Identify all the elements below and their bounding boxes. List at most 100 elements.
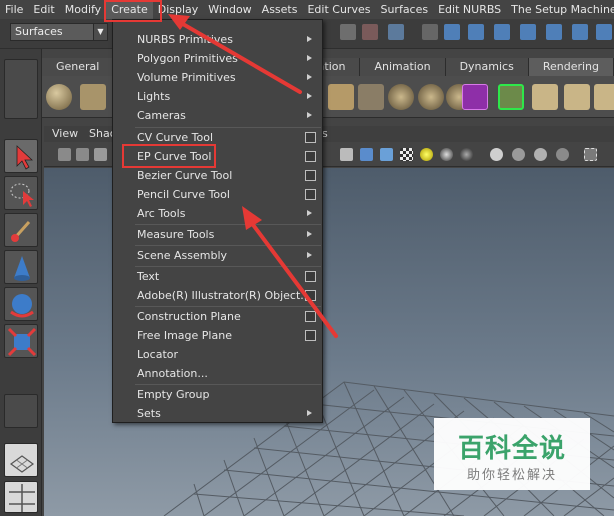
bevel-icon[interactable] <box>532 84 558 110</box>
menu-item-bezier-curve-tool[interactable]: Bezier Curve Tool <box>113 166 322 185</box>
tab-rendering[interactable]: Rendering <box>528 58 614 76</box>
menu-item-annotation[interactable]: Annotation... <box>113 364 322 383</box>
paint-tool-button[interactable] <box>4 213 38 247</box>
nurbs-cube-icon[interactable] <box>80 84 106 110</box>
extrude-icon[interactable] <box>418 84 444 110</box>
layout-quad-button[interactable] <box>4 481 38 513</box>
menu-window[interactable]: Window <box>203 0 256 19</box>
tab-animation[interactable]: Animation <box>360 58 446 76</box>
menu-setup-machine[interactable]: The Setup Machine <box>506 0 614 19</box>
loft-icon[interactable] <box>358 84 384 110</box>
wireframe-icon[interactable] <box>340 148 353 161</box>
tab-general[interactable]: General <box>42 58 115 76</box>
lattice-icon[interactable] <box>546 24 562 40</box>
option-box-icon[interactable] <box>305 132 316 143</box>
menu-item-label: Locator <box>137 348 179 361</box>
menu-item-label: Empty Group <box>137 388 210 401</box>
option-box-icon[interactable] <box>305 189 316 200</box>
lasso-tool-button[interactable] <box>4 176 38 210</box>
watermark-subtitle: 助你轻松解决 <box>466 468 557 483</box>
option-box-icon[interactable] <box>305 311 316 322</box>
menu-item-volume-primitives[interactable]: Volume Primitives <box>113 68 322 87</box>
surface-icon[interactable] <box>520 24 536 40</box>
menu-item-nurbs-primitives[interactable]: NURBS Primitives <box>113 30 322 49</box>
ao-icon[interactable] <box>460 148 473 161</box>
snap-point-icon[interactable] <box>388 24 404 40</box>
menu-item-locator[interactable]: Locator <box>113 345 322 364</box>
layout-single-button[interactable] <box>4 443 38 477</box>
menu-modify[interactable]: Modify <box>60 0 106 19</box>
menu-item-text[interactable]: Text <box>113 267 322 286</box>
menu-item-empty-group[interactable]: Empty Group <box>113 385 322 404</box>
rotate-tool-button[interactable] <box>4 287 38 321</box>
sphere-icon <box>10 294 34 318</box>
option-box-icon[interactable] <box>305 271 316 282</box>
menu-item-construction-plane[interactable]: Construction Plane <box>113 307 322 326</box>
boundary-icon[interactable] <box>462 84 488 110</box>
handle-icon[interactable] <box>596 24 612 40</box>
square-surface-icon[interactable] <box>498 84 524 110</box>
nurbs-plane-icon[interactable] <box>328 84 354 110</box>
menu-item-label: Annotation... <box>137 367 208 380</box>
menu-item-label: Scene Assembly <box>137 249 228 262</box>
mode-select[interactable]: Surfaces ▼ <box>10 23 108 41</box>
menu-item-cameras[interactable]: Cameras <box>113 106 322 125</box>
watermark: 百科全说 助你轻松解决 <box>434 418 590 490</box>
menu-item-lights[interactable]: Lights <box>113 87 322 106</box>
backface-icon[interactable] <box>556 148 569 161</box>
tab-dynamics[interactable]: Dynamics <box>445 58 529 76</box>
textured-icon[interactable] <box>380 148 393 161</box>
option-box-icon[interactable] <box>305 330 316 341</box>
menu-edit-nurbs[interactable]: Edit NURBS <box>433 0 506 19</box>
menu-item-arc-tools[interactable]: Arc Tools <box>113 204 322 223</box>
move-icon[interactable] <box>444 24 460 40</box>
curve-icon[interactable] <box>494 24 510 40</box>
resolution-gate-icon[interactable] <box>584 148 597 161</box>
trim-icon[interactable] <box>594 84 614 110</box>
arrow-cursor-icon <box>16 145 34 170</box>
film-icon[interactable] <box>94 148 107 161</box>
last-tool-button[interactable] <box>4 394 38 428</box>
xray-icon[interactable] <box>512 148 525 161</box>
tool-box <box>0 49 42 516</box>
xray-joints-icon[interactable] <box>534 148 547 161</box>
menu-item-scene-assembly[interactable]: Scene Assembly <box>113 246 322 265</box>
select-tool-button[interactable] <box>4 139 38 173</box>
cone-icon <box>14 256 30 281</box>
option-box-icon[interactable] <box>305 151 316 162</box>
cluster-icon[interactable] <box>572 24 588 40</box>
menu-edit-curves[interactable]: Edit Curves <box>302 0 375 19</box>
menu-edit[interactable]: Edit <box>28 0 59 19</box>
smooth-shade-icon[interactable] <box>360 148 373 161</box>
menu-surfaces[interactable]: Surfaces <box>375 0 433 19</box>
bookmark-icon[interactable] <box>76 148 89 161</box>
move-tool-button[interactable] <box>4 250 38 284</box>
history-icon[interactable] <box>422 24 438 40</box>
chevron-down-icon: ▼ <box>93 24 107 40</box>
snap-curve-icon[interactable] <box>362 24 378 40</box>
option-box-icon[interactable] <box>305 170 316 181</box>
menu-item-polygon-primitives[interactable]: Polygon Primitives <box>113 49 322 68</box>
rotate-icon[interactable] <box>468 24 484 40</box>
menu-assets[interactable]: Assets <box>257 0 303 19</box>
snap-grid-icon[interactable] <box>340 24 356 40</box>
offset-icon[interactable] <box>564 84 590 110</box>
camera-icon[interactable] <box>58 148 71 161</box>
submenu-arrow-icon <box>307 210 312 216</box>
menu-file[interactable]: File <box>0 0 28 19</box>
light-icon[interactable] <box>420 148 433 161</box>
menu-item-sets[interactable]: Sets <box>113 404 322 423</box>
checker-icon[interactable] <box>400 148 413 161</box>
revolve-icon[interactable] <box>388 84 414 110</box>
nurbs-sphere-icon[interactable] <box>46 84 72 110</box>
scale-tool-button[interactable] <box>4 324 38 358</box>
panel-menu-view[interactable]: View <box>52 126 78 142</box>
option-box-icon[interactable] <box>305 290 316 301</box>
isolate-icon[interactable] <box>490 148 503 161</box>
menu-item-pencil-curve-tool[interactable]: Pencil Curve Tool <box>113 185 322 204</box>
shadow-icon[interactable] <box>440 148 453 161</box>
menu-item-adobe-illustrator-object[interactable]: Adobe(R) Illustrator(R) Object... <box>113 286 322 305</box>
menu-item-measure-tools[interactable]: Measure Tools <box>113 225 322 244</box>
shelf-toggle-button[interactable] <box>4 59 38 119</box>
menu-item-free-image-plane[interactable]: Free Image Plane <box>113 326 322 345</box>
